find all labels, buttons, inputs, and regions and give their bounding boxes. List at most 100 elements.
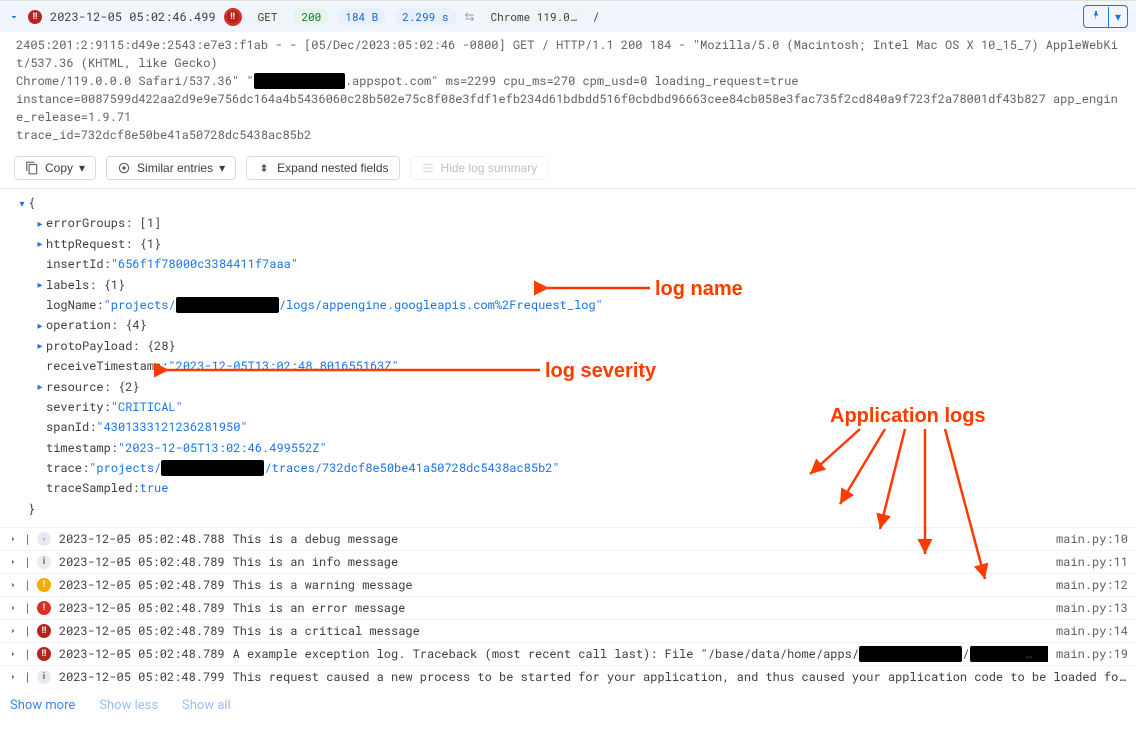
log-header-row[interactable]: !! 2023-12-05 05:02:46.499 !! GET 200 18… xyxy=(0,0,1136,32)
field-httpRequest: httpRequest: {1} xyxy=(46,234,161,254)
chevron-down-icon[interactable] xyxy=(16,195,28,212)
chevron-down-icon[interactable] xyxy=(8,11,20,23)
log-timestamp: 2023-12-05 05:02:48.789 xyxy=(59,600,225,616)
log-row[interactable]: |!!2023-12-05 05:02:48.789This is a crit… xyxy=(0,619,1136,642)
field-timestamp: "2023-12-05T13:02:46.499552Z" xyxy=(118,438,327,458)
log-timestamp: 2023-12-05 05:02:48.789 xyxy=(59,577,225,593)
field-labels: labels: {1} xyxy=(46,275,125,295)
field-trace: "projects/ /traces/732dcf8e50be41a50728d… xyxy=(89,458,559,478)
target-icon xyxy=(117,161,131,175)
log-lines: |◦2023-12-05 05:02:48.788This is a debug… xyxy=(0,527,1136,688)
log-message: This is an error message xyxy=(233,600,1048,616)
log-message: This request caused a new process to be … xyxy=(233,669,1128,685)
log-source: main.py:14 xyxy=(1056,623,1128,639)
severity-badge-error: ! xyxy=(37,601,51,615)
stop-icon: !! xyxy=(224,8,242,26)
show-less-button[interactable]: Show less xyxy=(99,698,158,713)
field-traceSampled: true xyxy=(140,478,169,498)
field-spanId: "4301333121236281950" xyxy=(96,417,247,437)
log-row[interactable]: |i2023-12-05 05:02:48.789This is an info… xyxy=(0,550,1136,573)
log-row[interactable]: |i2023-12-05 05:02:48.799This request ca… xyxy=(0,665,1136,688)
header-timestamp: 2023-12-05 05:02:46.499 xyxy=(50,9,216,25)
log-source: main.py:19 xyxy=(1056,646,1128,662)
log-source: main.py:10 xyxy=(1056,531,1128,547)
expand-fields-button[interactable]: Expand nested fields xyxy=(246,156,399,180)
latency-pill[interactable]: 2.299 s xyxy=(394,8,456,25)
pin-toggle[interactable]: ▾ xyxy=(1083,5,1128,28)
copy-button[interactable]: Copy ▾ xyxy=(14,156,96,180)
log-message: This is a critical message xyxy=(233,623,1048,639)
severity-badge-info: i xyxy=(37,555,51,569)
raw-log-text: 2405:201:2:9115:d49e:2543:e7e3:f1ab - - … xyxy=(0,32,1136,148)
expand-icon xyxy=(257,161,271,175)
chevron-right-icon[interactable] xyxy=(8,603,18,613)
show-all-button[interactable]: Show all xyxy=(182,698,231,713)
severity-badge-critical: !! xyxy=(37,647,51,661)
log-message: This is an info message xyxy=(233,554,1048,570)
chevron-right-icon[interactable] xyxy=(8,626,18,636)
log-row[interactable]: |!!2023-12-05 05:02:48.789A example exce… xyxy=(0,642,1136,665)
chevron-right-icon[interactable] xyxy=(8,672,18,682)
field-errorGroups: errorGroups: [1] xyxy=(46,213,161,233)
field-receiveTimestamp: "2023-12-05T13:02:48.801655163Z" xyxy=(168,356,398,376)
severity-badge: !! xyxy=(28,10,42,24)
log-message: This is a debug message xyxy=(233,531,1048,547)
log-timestamp: 2023-12-05 05:02:48.789 xyxy=(59,554,225,570)
log-source: main.py:13 xyxy=(1056,600,1128,616)
chevron-right-icon[interactable] xyxy=(34,317,46,334)
ua-pill[interactable]: Chrome 119.0… xyxy=(483,8,585,25)
chevron-right-icon[interactable] xyxy=(8,649,18,659)
pin-icon[interactable] xyxy=(1084,6,1108,27)
severity-badge-critical: !! xyxy=(37,624,51,638)
chevron-right-icon[interactable] xyxy=(8,557,18,567)
severity-badge-info: i xyxy=(37,670,51,684)
log-row[interactable]: |!2023-12-05 05:02:48.789This is a warni… xyxy=(0,573,1136,596)
redacted-text xyxy=(859,646,962,662)
log-source: main.py:12 xyxy=(1056,577,1128,593)
status-pill[interactable]: 200 xyxy=(293,8,329,25)
log-message: This is a warning message xyxy=(233,577,1048,593)
json-body: { errorGroups: [1] httpRequest: {1} inse… xyxy=(0,189,1136,527)
swap-icon: ⇆ xyxy=(465,10,475,24)
field-operation: operation: {4} xyxy=(46,315,147,335)
chevron-right-icon[interactable] xyxy=(34,276,46,293)
field-protoPayload: protoPayload: {28} xyxy=(46,336,176,356)
chevron-right-icon[interactable] xyxy=(34,235,46,252)
method-pill[interactable]: GET xyxy=(250,8,286,25)
toolbar: Copy ▾ Similar entries ▾ Expand nested f… xyxy=(0,148,1136,189)
similar-entries-button[interactable]: Similar entries ▾ xyxy=(106,156,236,180)
severity-badge-debug: ◦ xyxy=(37,532,51,546)
field-logName: "projects/ /logs/appengine.googleapis.co… xyxy=(104,295,603,315)
log-timestamp: 2023-12-05 05:02:48.788 xyxy=(59,531,225,547)
chevron-right-icon[interactable] xyxy=(8,534,18,544)
size-pill[interactable]: 184 B xyxy=(337,8,386,25)
show-controls: Show more Show less Show all xyxy=(0,688,1136,741)
redacted-text xyxy=(970,646,1048,662)
chevron-right-icon[interactable] xyxy=(34,215,46,232)
field-severity: "CRITICAL" xyxy=(111,397,183,417)
chevron-down-icon: ▾ xyxy=(79,161,85,175)
chevron-right-icon[interactable] xyxy=(34,378,46,395)
copy-icon xyxy=(25,161,39,175)
log-timestamp: 2023-12-05 05:02:48.799 xyxy=(59,669,225,685)
log-message: A example exception log. Traceback (most… xyxy=(233,646,1048,662)
field-insertId: "656f1f78000c3384411f7aaa" xyxy=(111,254,298,274)
show-more-button[interactable]: Show more xyxy=(10,698,75,713)
path-text: / xyxy=(592,9,599,25)
pin-menu-icon[interactable]: ▾ xyxy=(1108,7,1127,27)
hide-summary-button: Hide log summary xyxy=(410,156,549,180)
redacted-text xyxy=(176,297,279,313)
log-row[interactable]: |◦2023-12-05 05:02:48.788This is a debug… xyxy=(0,527,1136,550)
field-resource: resource: {2} xyxy=(46,377,140,397)
severity-badge-warning: ! xyxy=(37,578,51,592)
log-row[interactable]: |!2023-12-05 05:02:48.789This is an erro… xyxy=(0,596,1136,619)
chevron-right-icon[interactable] xyxy=(8,580,18,590)
log-source: main.py:11 xyxy=(1056,554,1128,570)
hide-icon xyxy=(421,161,435,175)
chevron-right-icon[interactable] xyxy=(34,337,46,354)
redacted-text xyxy=(161,460,264,476)
log-timestamp: 2023-12-05 05:02:48.789 xyxy=(59,646,225,662)
chevron-down-icon: ▾ xyxy=(219,161,225,175)
log-timestamp: 2023-12-05 05:02:48.789 xyxy=(59,623,225,639)
redacted-text xyxy=(254,73,345,89)
